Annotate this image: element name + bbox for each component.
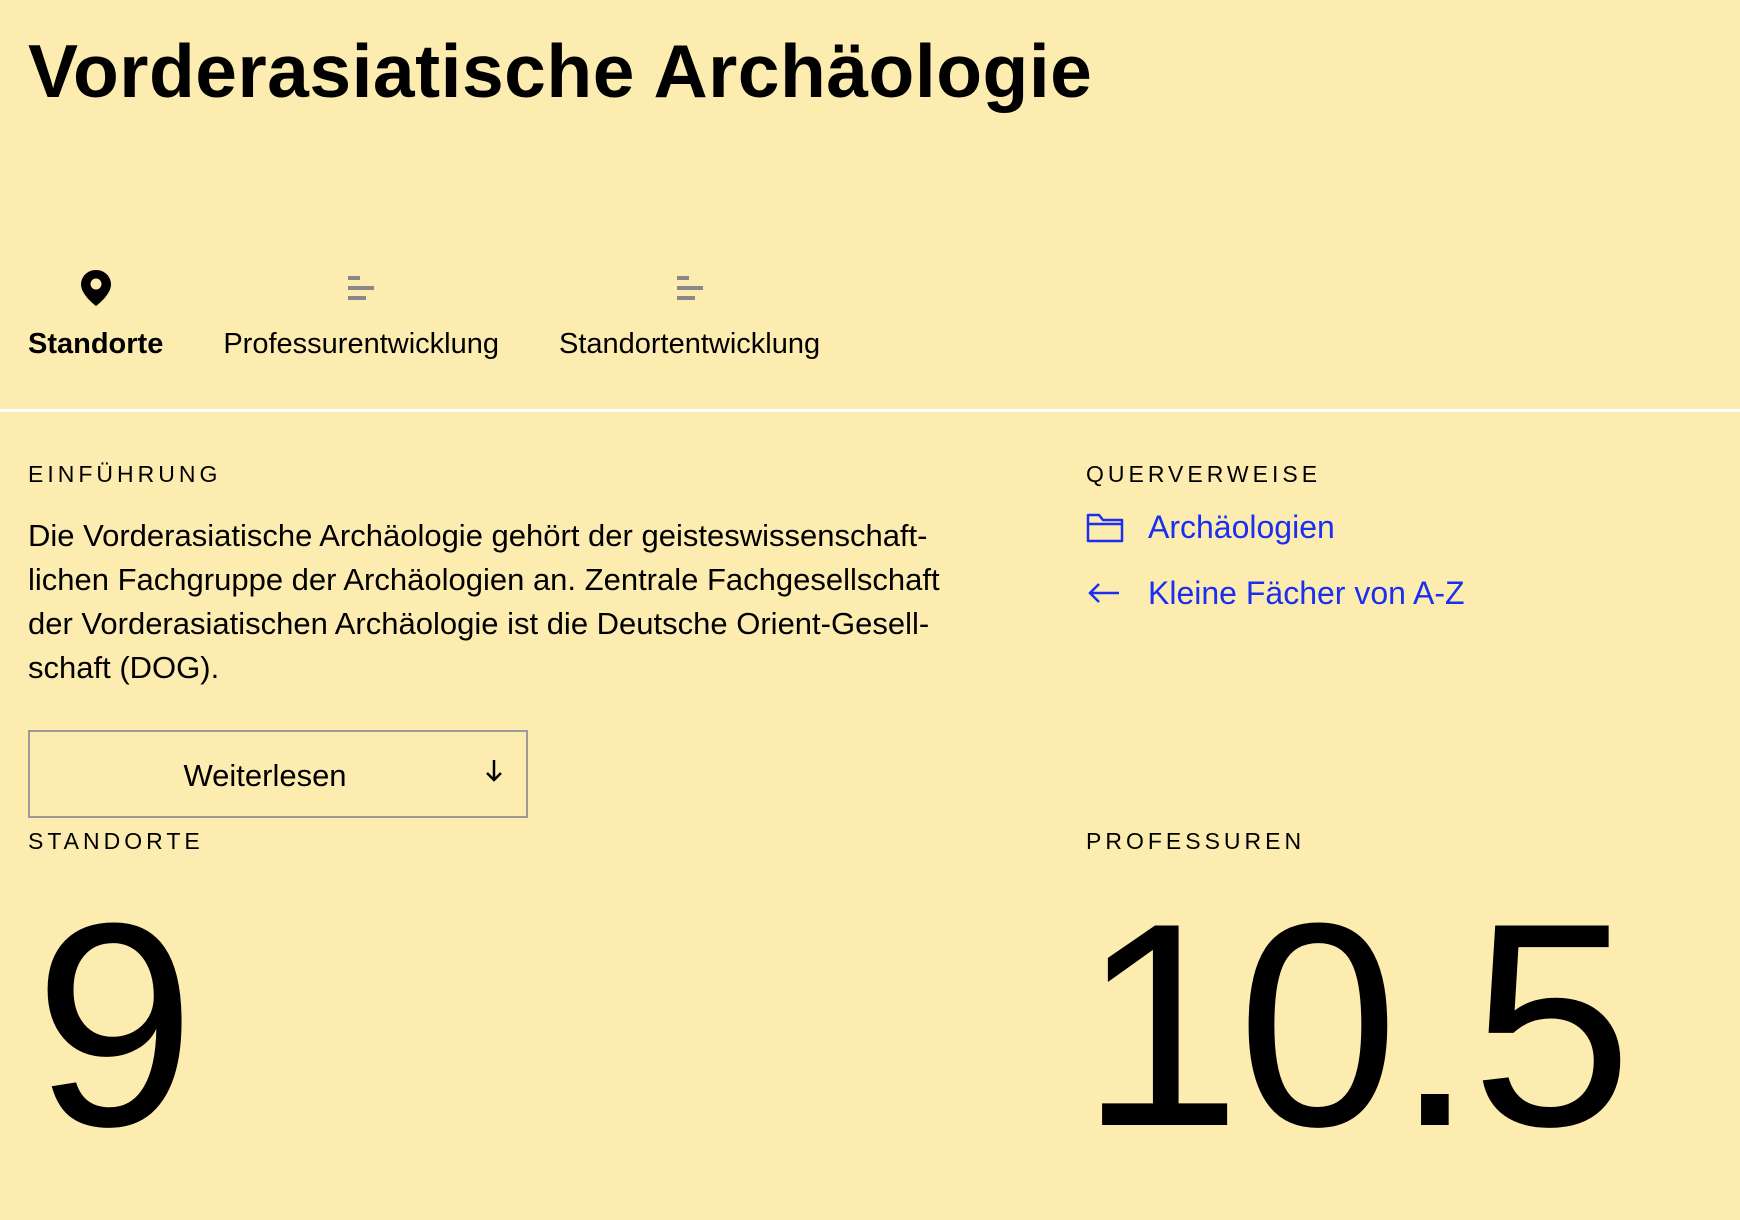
crossref-label: Archäologien xyxy=(1148,508,1335,545)
intro-line: schaft (DOG). xyxy=(28,650,220,685)
tab-professurentwicklung[interactable]: Professurentwicklung xyxy=(223,268,499,361)
professorships-count: 10.5 xyxy=(1080,863,1632,1187)
arrow-left-icon xyxy=(1086,573,1126,613)
crossref-link-archaeologien[interactable]: Archäologien xyxy=(1086,505,1465,549)
divider xyxy=(0,409,1740,412)
tab-label: Standortentwicklung xyxy=(558,328,821,360)
locations-count: 9 xyxy=(34,863,195,1187)
location-pin-icon xyxy=(76,268,116,308)
tab-label: Professurentwicklung xyxy=(223,328,499,360)
intro-heading: EINFÜHRUNG xyxy=(28,461,222,487)
tab-standortentwicklung[interactable]: Standortentwicklung xyxy=(559,268,820,361)
intro-line: lichen Fachgruppe der Archäologien an. Z… xyxy=(28,562,940,597)
intro-line: der Vorderasiatischen Archäologie ist di… xyxy=(28,606,930,641)
professorships-label: PROFESSUREN xyxy=(1086,828,1306,854)
crossref-label: Kleine Fächer von A-Z xyxy=(1148,574,1465,611)
tab-standorte[interactable]: Standorte xyxy=(28,268,163,361)
tab-bar: Standorte Professurentwicklung Standorte… xyxy=(28,268,880,361)
bar-chart-icon xyxy=(670,268,710,308)
page-title: Vorderasiatische Archäologie xyxy=(28,29,1093,113)
locations-label: STANDORTE xyxy=(28,828,204,854)
folder-icon xyxy=(1086,507,1126,547)
read-more-button[interactable]: Weiterlesen xyxy=(28,730,528,818)
crossref-list: Archäologien Kleine Fächer von A-Z xyxy=(1086,505,1465,637)
read-more-label: Weiterlesen xyxy=(183,758,347,793)
bar-chart-icon xyxy=(341,268,381,308)
arrow-down-icon xyxy=(484,758,504,791)
tab-label: Standorte xyxy=(28,328,164,360)
page: Vorderasiatische Archäologie Standorte P… xyxy=(0,0,1740,1220)
intro-line: Die Vorderasiatische Archäologie gehört … xyxy=(28,518,928,553)
crossrefs-heading: QUERVERWEISE xyxy=(1086,461,1322,487)
intro-text: Die Vorderasiatische Archäologie gehört … xyxy=(28,514,1018,690)
crossref-link-kleine-faecher[interactable]: Kleine Fächer von A-Z xyxy=(1086,571,1465,615)
